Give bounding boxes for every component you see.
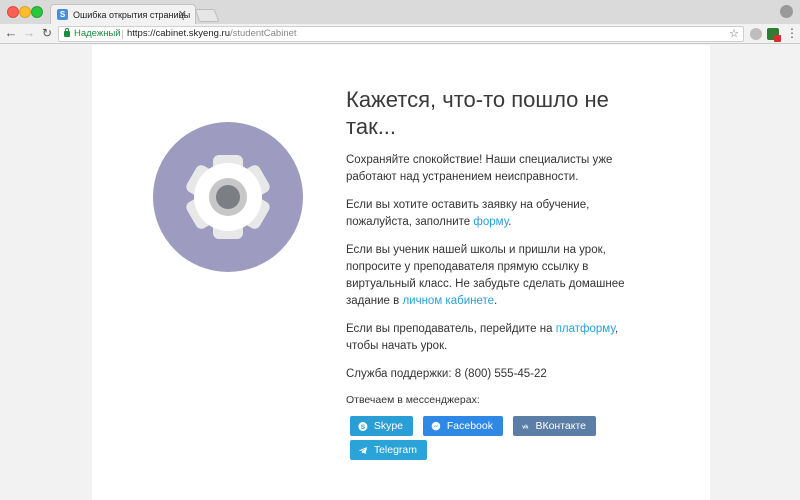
form-link[interactable]: форму — [473, 216, 508, 228]
tab-title: Ошибка открытия страницы — [73, 10, 191, 20]
url-host: https://cabinet.skyeng.ru — [127, 28, 230, 39]
page-title: Кажется, что-то пошло не так... — [346, 87, 609, 139]
student-text-end: . — [494, 295, 498, 307]
url-text[interactable]: https://cabinet.skyeng.ru/studentCabinet — [127, 28, 297, 39]
omnibox-divider — [122, 30, 123, 39]
telegram-button[interactable]: Telegram — [350, 440, 427, 460]
window-maximize-button[interactable] — [31, 6, 43, 18]
skype-label: Skype — [373, 420, 403, 432]
window-minimize-button[interactable] — [19, 6, 31, 18]
teacher-text: Если вы преподаватель, перейдите на — [346, 323, 556, 335]
telegram-label: Telegram — [373, 444, 417, 456]
apply-paragraph: Если вы хотите оставить заявку на обучен… — [346, 197, 628, 231]
calm-paragraph: Сохраняйте спокойствие! Наши специалисты… — [346, 154, 613, 183]
window-close-button[interactable] — [7, 6, 19, 18]
apply-text-end: . — [508, 216, 512, 228]
messengers-label: Отвечаем в мессенджерах: — [346, 394, 480, 406]
lock-icon — [64, 28, 70, 37]
teacher-paragraph: Если вы преподаватель, перейдите на плат… — [346, 321, 628, 355]
reload-icon[interactable]: ↻ — [40, 25, 54, 41]
cabinet-link[interactable]: личном кабинете — [402, 295, 494, 307]
vk-label: ВКонтакте — [535, 420, 586, 432]
secure-label: Надежный — [74, 28, 121, 39]
url-path: /studentCabinet — [229, 28, 297, 39]
browser-toolbar: ← → ↻ Надежный https://cabinet.skyeng.ru… — [0, 24, 800, 44]
error-content: Кажется, что-то пошло не так... Сохраняй… — [346, 86, 628, 460]
back-arrow-icon[interactable]: ← — [4, 25, 18, 41]
extension-badge — [774, 35, 781, 42]
address-bar[interactable]: Надежный https://cabinet.skyeng.ru/stude… — [58, 26, 744, 42]
vk-button[interactable]: vk ВКонтакте — [513, 416, 596, 436]
facebook-button[interactable]: Facebook — [423, 416, 503, 436]
vk-icon: vk — [522, 424, 529, 430]
page-viewport: Кажется, что-то пошло не так... Сохраняй… — [0, 45, 800, 500]
extension-shield-icon[interactable] — [767, 28, 781, 42]
facebook-label: Facebook — [446, 420, 493, 432]
student-paragraph: Если вы ученик нашей школы и пришли на у… — [346, 242, 628, 310]
gear-icon — [153, 122, 303, 272]
apply-text: Если вы хотите оставить заявку на обучен… — [346, 199, 590, 228]
star-icon[interactable]: ☆ — [729, 27, 739, 40]
svg-text:vk: vk — [522, 424, 529, 430]
telegram-icon — [358, 446, 367, 454]
svg-text:S: S — [361, 423, 366, 430]
messenger-icon — [431, 421, 441, 430]
menu-dots-icon[interactable]: ⋮ — [786, 27, 798, 39]
extension-icon[interactable] — [750, 28, 762, 40]
error-card: Кажется, что-то пошло не так... Сохраняй… — [92, 45, 710, 500]
skype-icon: S — [358, 421, 368, 431]
profile-icon[interactable] — [780, 5, 793, 18]
support-phone: Служба поддержки: 8 (800) 555-45-22 — [346, 368, 547, 380]
platform-link[interactable]: платформу — [556, 323, 615, 335]
messenger-buttons: S Skype Facebook vk ВКонтакте Telegram — [346, 416, 626, 460]
favicon-icon: S — [57, 9, 68, 20]
tab-strip: S Ошибка открытия страницы ✕ — [0, 0, 800, 24]
forward-arrow-icon[interactable]: → — [22, 25, 36, 41]
active-tab[interactable]: S Ошибка открытия страницы ✕ — [50, 4, 196, 24]
tab-close-button[interactable]: ✕ — [178, 8, 187, 21]
new-tab-button[interactable] — [194, 9, 220, 22]
skype-button[interactable]: S Skype — [350, 416, 413, 436]
